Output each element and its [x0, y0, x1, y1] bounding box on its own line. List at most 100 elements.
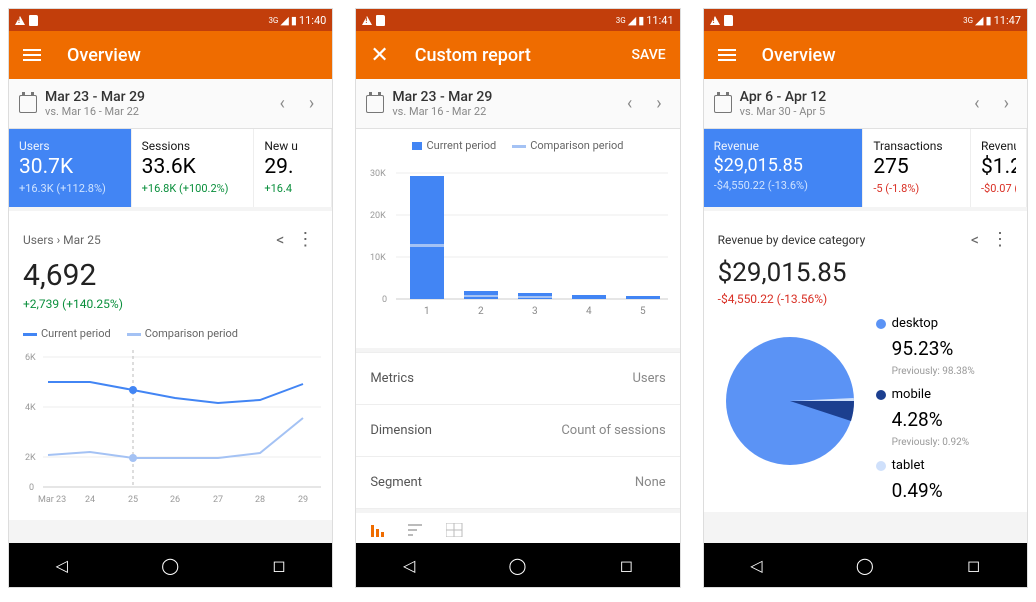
status-bar: 3G◢▮11:41: [356, 9, 679, 31]
tile-sessions[interactable]: Sessions 33.6K +16.8K (+100.2%): [132, 129, 255, 207]
tile-delta: +16.3K (+112.8%): [19, 182, 121, 195]
back-icon[interactable]: ◁: [403, 556, 415, 575]
date-range-row[interactable]: Apr 6 - Apr 12 vs. Mar 30 - Apr 5 ‹ ›: [704, 79, 1027, 129]
signal-3g: 3G: [268, 16, 278, 25]
detail-delta: -$4,550.22 (-13.56%): [718, 292, 1013, 306]
svg-text:3: 3: [532, 306, 538, 317]
cell-icon: ◢: [628, 14, 636, 27]
recents-icon[interactable]: ◻: [272, 556, 285, 575]
chevron-right-icon[interactable]: ›: [996, 93, 1017, 114]
screen-overview-revenue: 3G◢▮11:47 Overview Apr 6 - Apr 12 vs. Ma…: [703, 8, 1028, 588]
row-metrics[interactable]: MetricsUsers: [356, 353, 679, 405]
svg-text:0: 0: [382, 295, 387, 305]
tile-value: 29.: [264, 155, 321, 179]
tile-delta: -$0.07 (-: [981, 182, 1016, 195]
tile-value: 275: [873, 155, 960, 179]
signal-3g: 3G: [963, 16, 973, 25]
status-bar: 3G◢▮11:47: [704, 9, 1027, 31]
save-button[interactable]: SAVE: [632, 47, 666, 63]
hamburger-icon[interactable]: [23, 49, 41, 61]
chevron-left-icon[interactable]: ‹: [272, 93, 293, 114]
row-dimension[interactable]: DimensionCount of sessions: [356, 405, 679, 457]
share-icon[interactable]: <: [268, 226, 292, 253]
chevron-left-icon[interactable]: ‹: [966, 93, 987, 114]
svg-text:2: 2: [478, 306, 484, 317]
tile-delta: +16.8K (+100.2%): [142, 182, 244, 195]
dot-icon: [876, 319, 886, 329]
svg-text:25: 25: [128, 495, 138, 505]
more-icon[interactable]: ⋮: [987, 225, 1013, 254]
svg-text:27: 27: [213, 495, 223, 505]
tile-value: 30.7K: [19, 155, 121, 179]
slice-pct: 0.49%: [892, 479, 975, 502]
detail-delta: +2,739 (+140.25%): [23, 297, 318, 311]
tile-delta: +16.4: [264, 182, 321, 195]
chevron-right-icon[interactable]: ›: [648, 93, 669, 114]
clock: 11:40: [299, 14, 326, 27]
tile-label: Revenue: [714, 139, 853, 153]
warning-icon: [15, 16, 25, 25]
date-range: Mar 23 - Mar 29: [392, 89, 611, 105]
svg-text:5: 5: [640, 306, 646, 317]
slice-prev: Previously: 98.38%: [892, 366, 975, 377]
svg-text:30K: 30K: [370, 169, 386, 179]
tile-revenue-per[interactable]: Revenue $1.2 -$0.07 (-: [971, 129, 1027, 207]
chevron-left-icon[interactable]: ‹: [619, 93, 640, 114]
chevron-right-icon[interactable]: ›: [301, 93, 322, 114]
home-icon[interactable]: ◯: [509, 556, 527, 575]
date-compare: vs. Mar 16 - Mar 22: [392, 105, 611, 118]
app-bar: Overview: [704, 31, 1027, 79]
slice-prev: Previously: 0.92%: [892, 437, 975, 448]
home-icon[interactable]: ◯: [161, 556, 179, 575]
share-icon[interactable]: <: [963, 226, 987, 253]
tile-new-users[interactable]: New u 29. +16.4: [254, 129, 332, 207]
date-compare: vs. Mar 30 - Apr 5: [740, 105, 959, 118]
back-icon[interactable]: ◁: [56, 556, 68, 575]
svg-text:28: 28: [255, 495, 265, 505]
row-key: Dimension: [370, 423, 432, 438]
svg-text:4: 4: [586, 306, 592, 317]
date-range-row[interactable]: Mar 23 - Mar 29 vs. Mar 16 - Mar 22 ‹ ›: [9, 79, 332, 129]
android-nav-bar: ◁ ◯ ◻: [704, 543, 1027, 587]
svg-text:20K: 20K: [370, 211, 386, 221]
svg-text:Mar 23: Mar 23: [38, 495, 66, 505]
android-nav-bar: ◁ ◯ ◻: [356, 543, 679, 587]
tile-delta: -$4,550.22 (-13.6%): [714, 179, 853, 192]
slice-name: mobile: [892, 387, 931, 402]
recents-icon[interactable]: ◻: [620, 556, 633, 575]
row-key: Segment: [370, 475, 422, 490]
page-title: Overview: [762, 45, 836, 66]
slice-pct: 4.28%: [892, 408, 975, 431]
status-bar: 3G◢▮11:40: [9, 9, 332, 31]
close-icon[interactable]: ✕: [370, 43, 388, 68]
tile-transactions[interactable]: Transactions 275 -5 (-1.8%): [863, 129, 971, 207]
legend-compare: Comparison period: [145, 327, 238, 340]
breadcrumb: Revenue by device category: [718, 233, 866, 247]
warning-icon: [362, 16, 372, 25]
view-mode-tabs: [356, 513, 679, 543]
tile-value: 33.6K: [142, 155, 244, 179]
table-view-icon[interactable]: [446, 523, 464, 537]
dot-icon: [876, 461, 886, 471]
tile-users[interactable]: Users 30.7K +16.3K (+112.8%): [9, 129, 132, 207]
cell-icon: ◢: [280, 14, 288, 27]
hamburger-icon[interactable]: [718, 49, 736, 61]
date-range-row[interactable]: Mar 23 - Mar 29 vs. Mar 16 - Mar 22 ‹ ›: [356, 79, 679, 129]
warning-icon: [710, 16, 720, 25]
row-segment[interactable]: SegmentNone: [356, 457, 679, 509]
detail-value: 4,692: [23, 258, 318, 293]
recents-icon[interactable]: ◻: [967, 556, 980, 575]
tile-label: Users: [19, 139, 121, 153]
date-compare: vs. Mar 16 - Mar 22: [45, 105, 264, 118]
more-icon[interactable]: ⋮: [292, 225, 318, 254]
screen-overview-users: 3G◢▮11:40 Overview Mar 23 - Mar 29 vs. M…: [8, 8, 333, 588]
slice-pct: 95.23%: [892, 337, 975, 360]
hbar-view-icon[interactable]: [408, 523, 426, 537]
home-icon[interactable]: ◯: [856, 556, 874, 575]
bar-view-icon[interactable]: [370, 523, 388, 537]
signal-3g: 3G: [616, 16, 626, 25]
back-icon[interactable]: ◁: [750, 556, 762, 575]
legend-current: Current period: [426, 139, 496, 152]
calendar-icon: [19, 95, 37, 113]
tile-revenue[interactable]: Revenue $29,015.85 -$4,550.22 (-13.6%): [704, 129, 864, 207]
